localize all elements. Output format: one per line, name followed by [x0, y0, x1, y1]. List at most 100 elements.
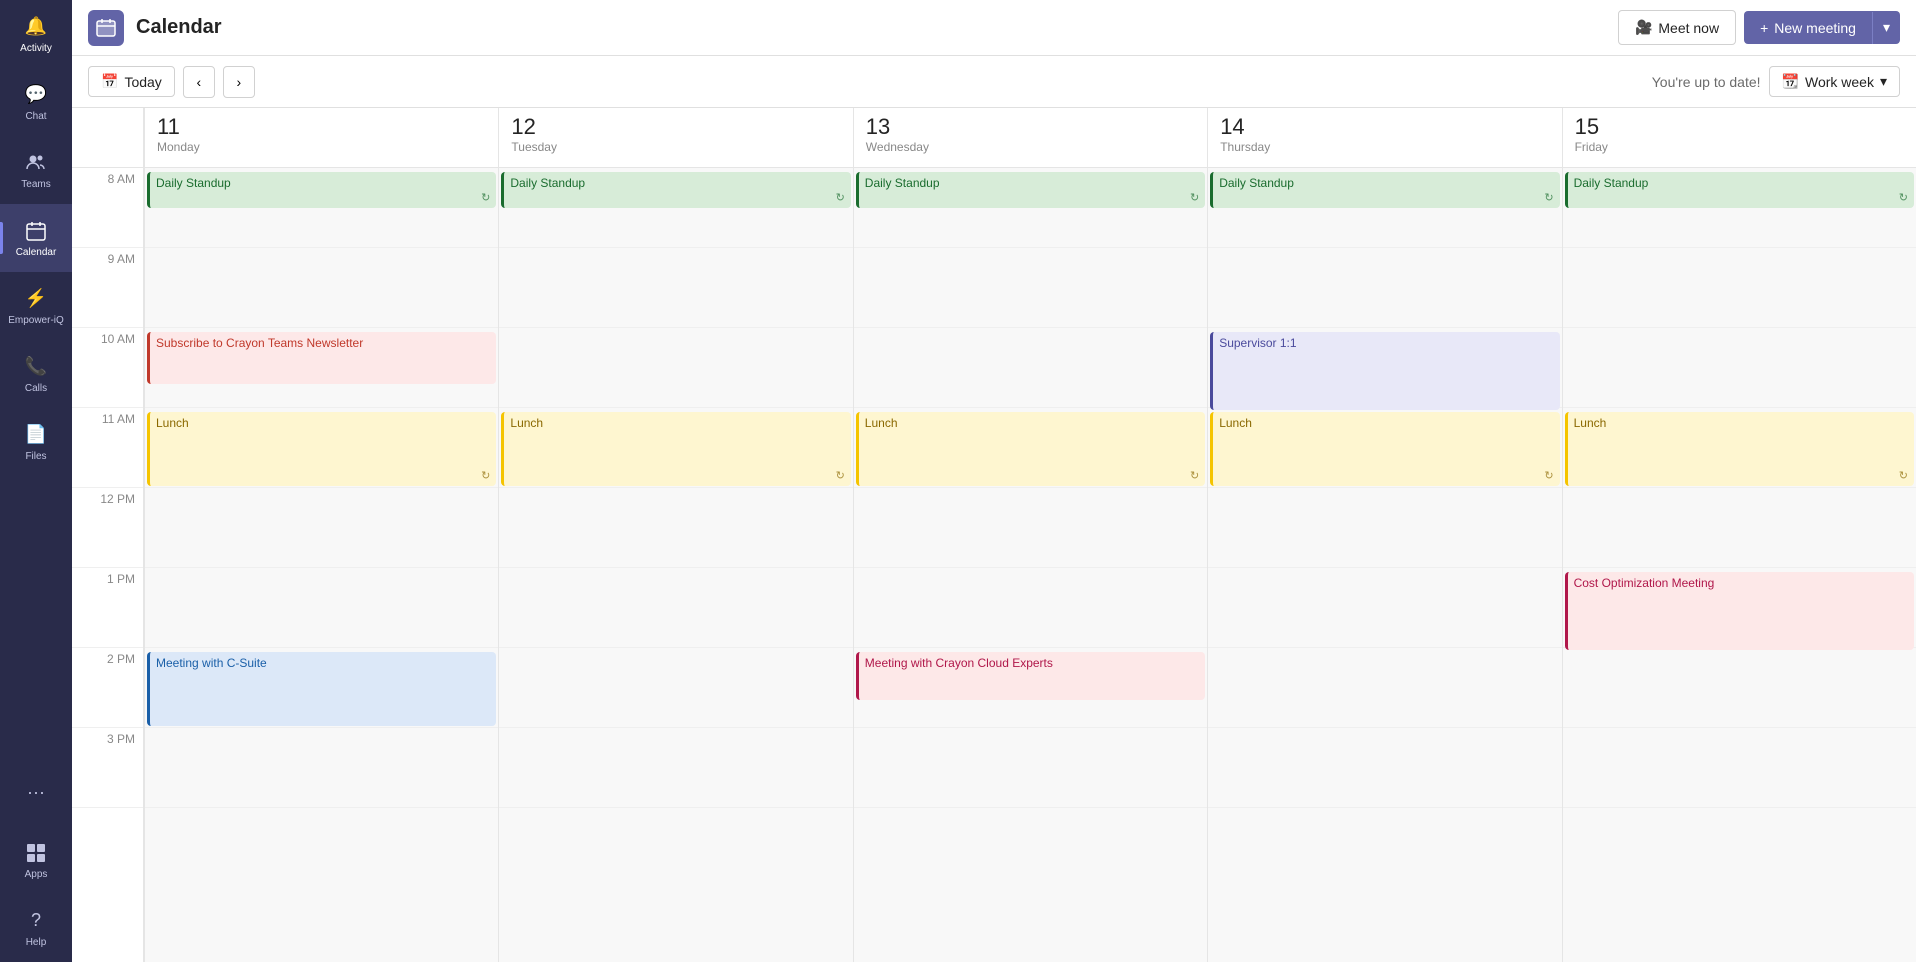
plus-icon: +	[1760, 20, 1768, 36]
sidebar: 🔔 Activity 💬 Chat Teams Calendar	[0, 0, 72, 962]
more-icon: ···	[24, 780, 48, 804]
event-wed-lunch[interactable]: Lunch ↻	[856, 412, 1205, 486]
time-slot-8am: 8 AM	[72, 168, 143, 248]
sidebar-label-chat: Chat	[25, 111, 46, 122]
event-title: Lunch	[1574, 416, 1908, 430]
sidebar-label-teams: Teams	[21, 179, 50, 190]
recur-icon: ↻	[836, 469, 845, 482]
files-icon: 📄	[24, 423, 48, 447]
day-header-tue: 12 Tuesday	[498, 108, 852, 167]
sidebar-item-teams[interactable]: Teams	[0, 136, 72, 204]
event-fri-cost-opt[interactable]: Cost Optimization Meeting	[1565, 572, 1914, 650]
days-body: Daily Standup ↻ Subscribe to Crayon Team…	[144, 168, 1916, 962]
event-title: Daily Standup	[510, 176, 844, 190]
calls-icon: 📞	[24, 355, 48, 379]
calendar-app-icon	[88, 10, 124, 46]
event-title: Daily Standup	[865, 176, 1199, 190]
top-bar-actions: 🎥 Meet now + New meeting ▾	[1618, 10, 1900, 45]
time-slot-9am: 9 AM	[72, 248, 143, 328]
today-button[interactable]: 📅 Today	[88, 66, 175, 97]
workweek-button[interactable]: 📆 Work week ▾	[1769, 66, 1900, 97]
event-title: Supervisor 1:1	[1219, 336, 1553, 350]
prev-button[interactable]: ‹	[183, 66, 215, 98]
title-area: Calendar	[88, 10, 1618, 46]
event-title: Subscribe to Crayon Teams Newsletter	[156, 336, 490, 350]
calendar-small-icon: 📅	[101, 73, 118, 90]
day-name-tue: Tuesday	[511, 140, 557, 154]
new-meeting-button[interactable]: + New meeting ▾	[1744, 11, 1900, 44]
sidebar-item-empower-iq[interactable]: ⚡ Empower-iQ	[0, 272, 72, 340]
sidebar-item-help[interactable]: ? Help	[0, 894, 72, 962]
recur-icon: ↻	[836, 191, 845, 204]
event-mon-crayon-newsletter[interactable]: Subscribe to Crayon Teams Newsletter	[147, 332, 496, 384]
day-col-tue: Daily Standup ↻ Lunch ↻	[498, 168, 852, 962]
day-col-wed: Daily Standup ↻ Lunch ↻ Meeting with Cra…	[853, 168, 1207, 962]
calendar-grid: 8 AM 9 AM 10 AM 11 AM 12 PM 1 PM 2 PM 3 …	[72, 108, 1916, 962]
event-title: Daily Standup	[156, 176, 490, 190]
today-label: Today	[124, 74, 161, 90]
day-name-wed: Wednesday	[866, 140, 929, 154]
sidebar-item-apps[interactable]: Apps	[0, 826, 72, 894]
sidebar-item-calls[interactable]: 📞 Calls	[0, 340, 72, 408]
day-header-mon: 11 Monday	[144, 108, 498, 167]
sidebar-label-help: Help	[26, 937, 47, 948]
time-slot-2pm: 2 PM	[72, 648, 143, 728]
new-meeting-dropdown[interactable]: ▾	[1873, 11, 1900, 44]
day-num-tue: 12	[511, 116, 535, 138]
event-title: Lunch	[156, 416, 490, 430]
cal-grid-icon: 📆	[1782, 73, 1799, 90]
day-name-thu: Thursday	[1220, 140, 1270, 154]
sidebar-item-chat[interactable]: 💬 Chat	[0, 68, 72, 136]
day-name-mon: Monday	[157, 140, 200, 154]
new-meeting-label: New meeting	[1774, 20, 1856, 36]
sidebar-item-calendar[interactable]: Calendar	[0, 204, 72, 272]
recur-icon: ↻	[1190, 191, 1199, 204]
meet-now-button[interactable]: 🎥 Meet now	[1618, 10, 1736, 45]
sidebar-label-activity: Activity	[20, 43, 52, 54]
days-area: 11 Monday 12 Tuesday 13 Wednesday 14 Thu…	[144, 108, 1916, 962]
workweek-chevron-icon: ▾	[1880, 73, 1887, 90]
event-title: Meeting with C-Suite	[156, 656, 490, 670]
event-wed-standup[interactable]: Daily Standup ↻	[856, 172, 1205, 208]
activity-icon: 🔔	[24, 15, 48, 39]
sidebar-item-more[interactable]: ···	[0, 758, 72, 826]
sidebar-item-activity[interactable]: 🔔 Activity	[0, 0, 72, 68]
recur-icon: ↻	[481, 469, 490, 482]
event-tue-lunch[interactable]: Lunch ↻	[501, 412, 850, 486]
page-title: Calendar	[136, 16, 222, 39]
event-thu-lunch[interactable]: Lunch ↻	[1210, 412, 1559, 486]
video-icon: 🎥	[1635, 19, 1652, 36]
event-wed-crayon-cloud[interactable]: Meeting with Crayon Cloud Experts	[856, 652, 1205, 700]
event-thu-supervisor[interactable]: Supervisor 1:1	[1210, 332, 1559, 410]
event-fri-standup[interactable]: Daily Standup ↻	[1565, 172, 1914, 208]
event-fri-lunch[interactable]: Lunch ↻	[1565, 412, 1914, 486]
day-num-mon: 11	[157, 116, 180, 138]
day-num-fri: 15	[1575, 116, 1599, 138]
time-slot-1pm: 1 PM	[72, 568, 143, 648]
new-meeting-main[interactable]: + New meeting	[1744, 12, 1873, 44]
event-tue-standup[interactable]: Daily Standup ↻	[501, 172, 850, 208]
event-mon-standup[interactable]: Daily Standup ↻	[147, 172, 496, 208]
event-title: Daily Standup	[1219, 176, 1553, 190]
day-num-wed: 13	[866, 116, 890, 138]
main-area: Calendar 🎥 Meet now + New meeting ▾ 📅 To…	[72, 0, 1916, 962]
chat-icon: 💬	[24, 83, 48, 107]
sidebar-label-apps: Apps	[25, 869, 48, 880]
event-title: Meeting with Crayon Cloud Experts	[865, 656, 1199, 670]
event-mon-lunch[interactable]: Lunch ↻	[147, 412, 496, 486]
recur-icon: ↻	[1190, 469, 1199, 482]
event-title: Cost Optimization Meeting	[1574, 576, 1908, 590]
sidebar-item-files[interactable]: 📄 Files	[0, 408, 72, 476]
recur-icon: ↻	[1899, 191, 1908, 204]
day-header-wed: 13 Wednesday	[853, 108, 1207, 167]
recur-icon: ↻	[1899, 469, 1908, 482]
event-title: Daily Standup	[1574, 176, 1908, 190]
help-icon: ?	[24, 909, 48, 933]
chevron-down-icon: ▾	[1883, 19, 1890, 36]
event-thu-standup[interactable]: Daily Standup ↻	[1210, 172, 1559, 208]
recur-icon: ↻	[481, 191, 490, 204]
day-col-thu: Daily Standup ↻ Supervisor 1:1 Lunch ↻	[1207, 168, 1561, 962]
event-mon-csuite[interactable]: Meeting with C-Suite	[147, 652, 496, 726]
day-header-thu: 14 Thursday	[1207, 108, 1561, 167]
next-button[interactable]: ›	[223, 66, 255, 98]
